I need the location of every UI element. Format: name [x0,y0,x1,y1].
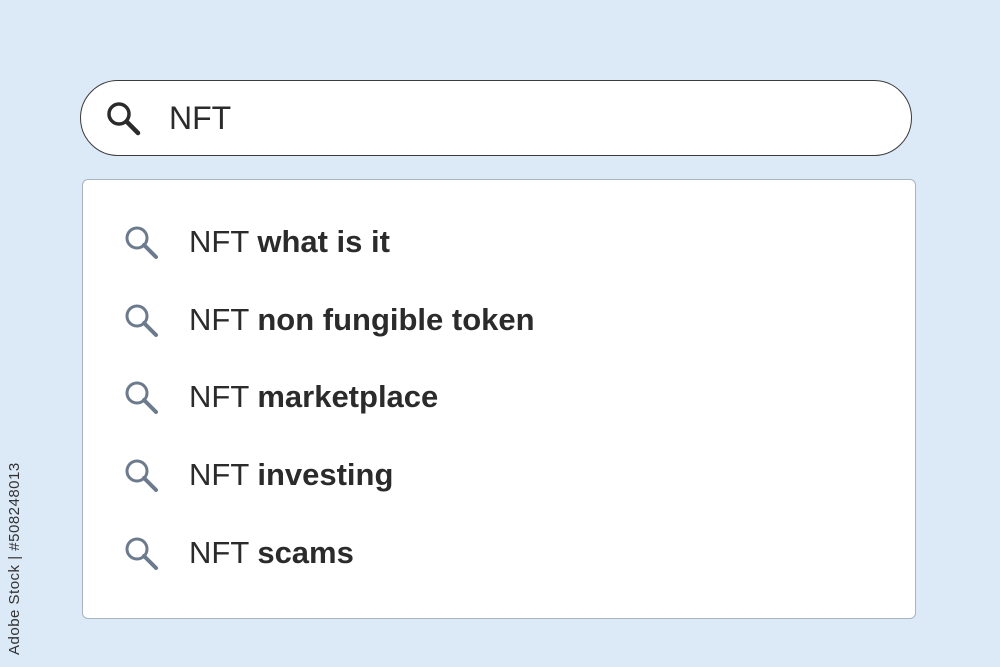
search-icon[interactable] [103,98,143,138]
suggestion-prefix: NFT [189,457,249,492]
search-icon [121,377,161,417]
suggestion-text: NFT scams [189,535,354,571]
search-icon [121,222,161,262]
search-input[interactable] [169,99,869,137]
suggestion-completion: investing [257,457,394,492]
suggestion-prefix: NFT [189,224,249,259]
suggestion-completion: what is it [257,224,390,259]
suggestion-text: NFT marketplace [189,379,438,415]
suggestion-prefix: NFT [189,535,249,570]
suggestion-item[interactable]: NFT marketplace [83,367,915,427]
suggestion-text: NFT investing [189,457,393,493]
suggestions-dropdown: NFT what is it NFT non fungible token NF… [82,179,916,619]
search-bar[interactable] [80,80,912,156]
search-icon [121,300,161,340]
suggestion-completion: non fungible token [257,302,535,337]
search-icon [121,455,161,495]
suggestion-item[interactable]: NFT what is it [83,212,915,272]
suggestion-item[interactable]: NFT investing [83,445,915,505]
suggestion-prefix: NFT [189,379,249,414]
suggestion-prefix: NFT [189,302,249,337]
suggestion-text: NFT non fungible token [189,302,535,338]
suggestion-item[interactable]: NFT non fungible token [83,290,915,350]
stock-watermark: Adobe Stock | #508248013 [6,462,23,655]
suggestion-completion: marketplace [257,379,439,414]
suggestion-text: NFT what is it [189,224,390,260]
suggestion-completion: scams [257,535,354,570]
search-icon [121,533,161,573]
suggestion-item[interactable]: NFT scams [83,523,915,583]
